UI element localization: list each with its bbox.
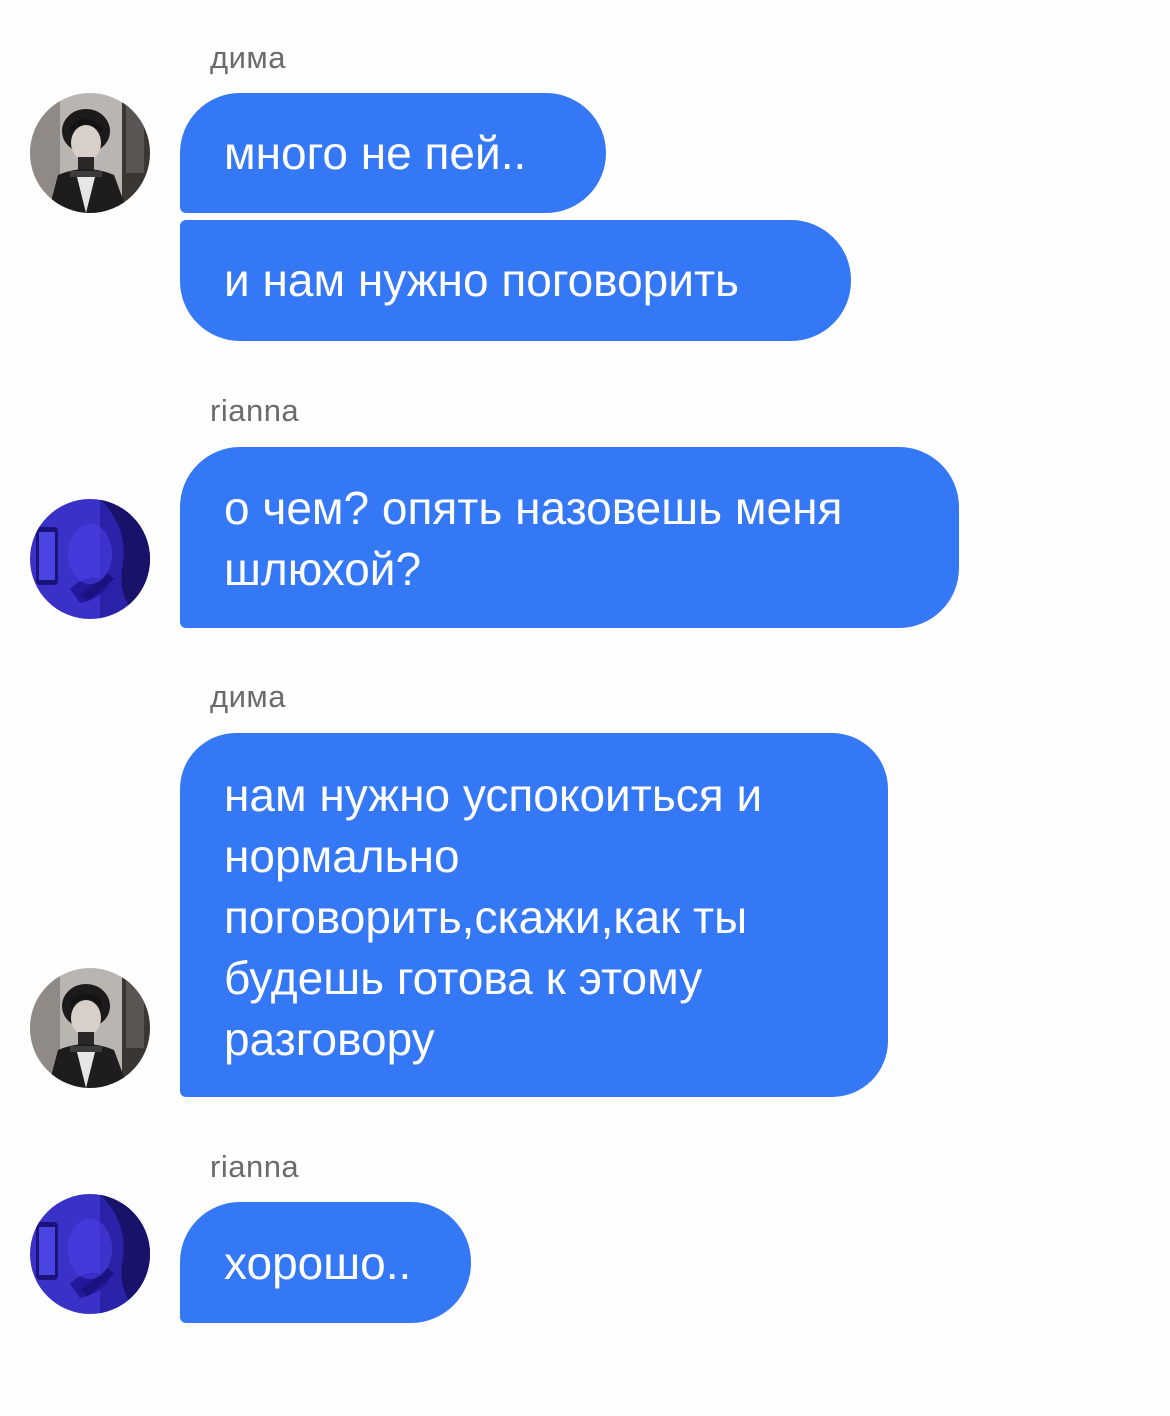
message-bubble[interactable]: нам нужно успокоиться и нормально погово…	[180, 733, 888, 1097]
sender-name: дима	[210, 679, 286, 714]
dima-avatar[interactable]	[30, 968, 150, 1088]
message-bubble[interactable]: хорошо..	[180, 1202, 471, 1323]
message-text: о чем? опять назовешь меня шлюхой?	[224, 482, 843, 595]
dima-avatar-image	[30, 968, 150, 1088]
message-text: нам нужно успокоиться и нормально погово…	[224, 769, 763, 1065]
sender-name: rianna	[210, 1149, 300, 1184]
message-text: много не пей..	[224, 127, 527, 179]
rianna-avatar-image	[30, 1194, 150, 1314]
dima-avatar-image	[30, 93, 150, 213]
message-text: и нам нужно поговорить	[224, 254, 739, 306]
rianna-avatar[interactable]	[30, 499, 150, 619]
sender-name: дима	[210, 40, 286, 75]
sender-name: rianna	[210, 393, 300, 428]
message-bubble[interactable]: о чем? опять назовешь меня шлюхой?	[180, 447, 959, 628]
rianna-avatar[interactable]	[30, 1194, 150, 1314]
dima-avatar[interactable]	[30, 93, 150, 213]
message-bubble[interactable]: много не пей..	[180, 93, 606, 213]
message-bubble[interactable]: и нам нужно поговорить	[180, 220, 851, 341]
rianna-avatar-image	[30, 499, 150, 619]
message-text: хорошо..	[224, 1237, 412, 1289]
